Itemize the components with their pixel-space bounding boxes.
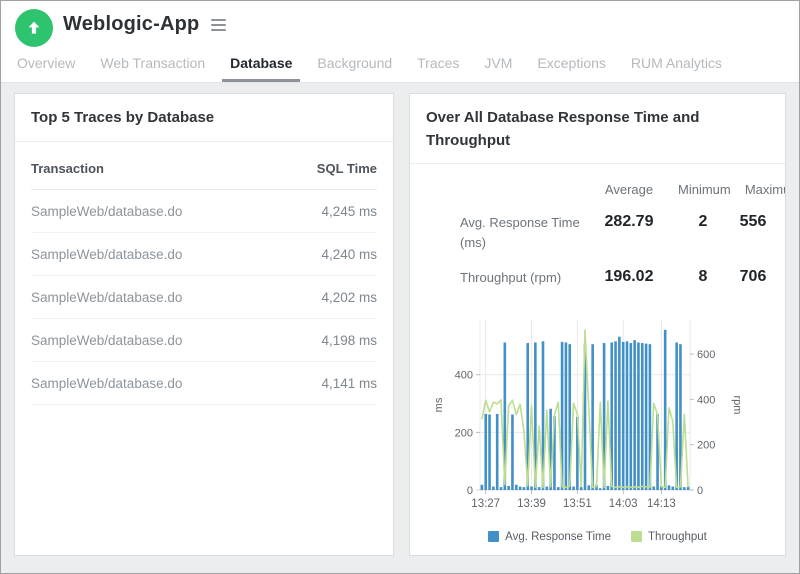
transaction-name[interactable]: SampleWeb/database.do xyxy=(31,204,182,219)
stats-value-average: 196.02 xyxy=(580,268,678,286)
response-throughput-panel: Over All Database Response Time and Thro… xyxy=(409,93,786,556)
chart-legend: Avg. Response Time Throughput xyxy=(410,531,785,543)
transaction-name[interactable]: SampleWeb/database.do xyxy=(31,376,182,391)
svg-text:400: 400 xyxy=(697,394,715,406)
legend-swatch-blue xyxy=(488,531,499,542)
tab-exceptions[interactable]: Exceptions xyxy=(537,51,605,82)
svg-text:13:27: 13:27 xyxy=(471,498,500,510)
sql-time-value: 4,141 ms xyxy=(321,376,377,391)
sql-time-value: 4,202 ms xyxy=(321,290,377,305)
stats-value-average: 282.79 xyxy=(580,213,678,231)
tab-background[interactable]: Background xyxy=(317,51,392,82)
response-throughput-chart[interactable]: 13:27 13:39 13:51 14:03 14:13 0 200 400 0 200 400 6… xyxy=(418,312,758,514)
app-window: Weblogic-App Overview Web Transaction Da… xyxy=(0,0,800,574)
legend-label: Avg. Response Time xyxy=(505,531,611,543)
transaction-name[interactable]: SampleWeb/database.do xyxy=(31,333,182,348)
top-traces-panel: Top 5 Traces by Database Transaction SQL… xyxy=(14,93,394,556)
stats-label: Throughput (rpm) xyxy=(460,268,580,288)
legend-item-response-time[interactable]: Avg. Response Time xyxy=(488,531,611,543)
transaction-name[interactable]: SampleWeb/database.do xyxy=(31,290,182,305)
svg-text:rpm: rpm xyxy=(731,395,743,414)
tab-jvm[interactable]: JVM xyxy=(484,51,512,82)
tab-traces[interactable]: Traces xyxy=(417,51,459,82)
stats-value-maximum: 706 xyxy=(728,268,778,286)
table-row[interactable]: SampleWeb/database.do 4,198 ms xyxy=(31,319,377,362)
sql-time-value: 4,245 ms xyxy=(321,204,377,219)
tab-rum-analytics[interactable]: RUM Analytics xyxy=(631,51,722,82)
column-header-transaction: Transaction xyxy=(31,161,104,176)
stats-header-average: Average xyxy=(580,182,678,197)
sql-time-value: 4,240 ms xyxy=(321,247,377,262)
stats-value-maximum: 556 xyxy=(728,213,778,231)
svg-text:0: 0 xyxy=(467,485,473,497)
svg-text:0: 0 xyxy=(697,485,703,497)
page-title: Weblogic-App xyxy=(63,13,199,36)
header: Weblogic-App Overview Web Transaction Da… xyxy=(1,1,799,83)
stats-header-row: Average Minimum Maximum xyxy=(460,182,785,197)
arrow-up-icon xyxy=(25,19,43,37)
svg-text:200: 200 xyxy=(697,439,715,451)
stats-row-throughput: Throughput (rpm) 196.02 8 706 xyxy=(460,268,785,288)
stats-row-response-time: Avg. Response Time (ms) 282.79 2 556 xyxy=(460,213,785,252)
hamburger-menu-icon[interactable] xyxy=(211,16,226,34)
legend-swatch-green xyxy=(631,531,642,542)
table-row[interactable]: SampleWeb/database.do 4,245 ms xyxy=(31,190,377,233)
tab-bar: Overview Web Transaction Database Backgr… xyxy=(17,51,722,82)
sql-time-value: 4,198 ms xyxy=(321,333,377,348)
stats-table: Average Minimum Maximum Avg. Response Ti… xyxy=(410,164,785,304)
panel-title: Over All Database Response Time and Thro… xyxy=(410,94,785,164)
legend-label: Throughput xyxy=(648,531,707,543)
table-row[interactable]: SampleWeb/database.do 4,141 ms xyxy=(31,362,377,405)
svg-text:200: 200 xyxy=(455,427,473,439)
table-row[interactable]: SampleWeb/database.do 4,202 ms xyxy=(31,276,377,319)
svg-text:600: 600 xyxy=(697,349,715,361)
svg-text:14:03: 14:03 xyxy=(609,498,638,510)
stats-label: Avg. Response Time (ms) xyxy=(460,213,580,252)
legend-item-throughput[interactable]: Throughput xyxy=(631,531,707,543)
app-status-badge xyxy=(15,9,53,47)
panel-title: Top 5 Traces by Database xyxy=(15,94,393,142)
stats-value-minimum: 2 xyxy=(678,213,728,231)
svg-text:400: 400 xyxy=(455,369,473,381)
stats-header-maximum: Maximum xyxy=(728,182,785,197)
transaction-name[interactable]: SampleWeb/database.do xyxy=(31,247,182,262)
svg-text:13:39: 13:39 xyxy=(517,498,546,510)
table-row[interactable]: SampleWeb/database.do 4,240 ms xyxy=(31,233,377,276)
traces-table-header: Transaction SQL Time xyxy=(31,142,377,190)
stats-header-minimum: Minimum xyxy=(678,182,728,197)
svg-text:13:51: 13:51 xyxy=(563,498,592,510)
svg-text:14:13: 14:13 xyxy=(647,498,676,510)
stats-value-minimum: 8 xyxy=(678,268,728,286)
svg-text:ms: ms xyxy=(433,397,445,412)
traces-table: Transaction SQL Time SampleWeb/database.… xyxy=(31,142,377,405)
tab-web-transaction[interactable]: Web Transaction xyxy=(100,51,205,82)
tab-overview[interactable]: Overview xyxy=(17,51,75,82)
tab-database[interactable]: Database xyxy=(222,51,300,82)
column-header-sql-time: SQL Time xyxy=(317,161,377,176)
